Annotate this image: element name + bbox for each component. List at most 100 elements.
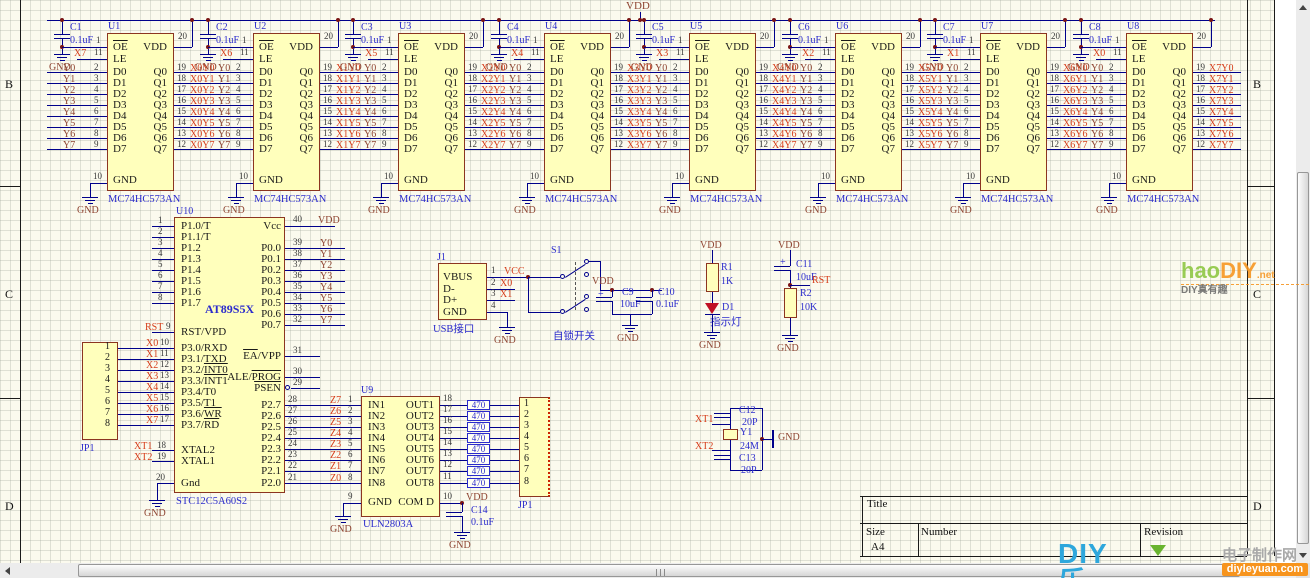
net-label[interactable]: X2Y3: [481, 96, 505, 107]
net-label[interactable]: X2Y4: [481, 107, 505, 118]
net-label[interactable]: X1Y1: [336, 74, 360, 85]
net-label[interactable]: X7Y0: [1209, 63, 1233, 74]
net-label[interactable]: X7Y3: [1209, 96, 1233, 107]
cap-ref[interactable]: C5: [652, 22, 664, 33]
net-label[interactable]: X7Y6: [1209, 129, 1233, 140]
net-label[interactable]: Y7: [509, 140, 521, 151]
net-label[interactable]: VDD: [466, 492, 488, 503]
resistor-470[interactable]: 470: [467, 444, 490, 454]
crystal-y1[interactable]: [723, 429, 738, 440]
net-label[interactable]: Y2: [509, 85, 521, 96]
net-label[interactable]: X2: [146, 360, 158, 371]
cap-ref[interactable]: C6: [798, 22, 810, 33]
net-label[interactable]: Y3: [218, 96, 230, 107]
cap-ref[interactable]: C13: [739, 453, 756, 464]
net-label[interactable]: Y7: [946, 140, 958, 151]
part-name[interactable]: ULN2803A: [363, 519, 413, 531]
net-label[interactable]: Y5: [509, 118, 521, 129]
designator[interactable]: U7: [981, 21, 993, 32]
cap-ref[interactable]: C3: [361, 22, 373, 33]
designator[interactable]: U2: [254, 21, 266, 32]
net-label[interactable]: Y0: [655, 63, 667, 74]
net-label[interactable]: X3Y4: [627, 107, 651, 118]
net-label[interactable]: Y5: [655, 118, 667, 129]
net-label[interactable]: X6Y7: [1063, 140, 1087, 151]
net-label[interactable]: Y3: [320, 271, 332, 282]
resistor-r1[interactable]: [706, 263, 719, 292]
net-label[interactable]: X1Y4: [336, 107, 360, 118]
net-label[interactable]: Y4: [320, 282, 332, 293]
net-label[interactable]: Y0: [218, 63, 230, 74]
net-label[interactable]: Y0: [800, 63, 812, 74]
resistor-470[interactable]: 470: [467, 466, 490, 476]
net-label[interactable]: Y2: [800, 85, 812, 96]
net-label[interactable]: X2Y6: [481, 129, 505, 140]
scroll-down-button[interactable]: [1296, 548, 1310, 563]
net-label[interactable]: Y0: [63, 63, 75, 74]
vertical-scroll-thumb[interactable]: [1297, 172, 1309, 544]
net-label[interactable]: X0Y3: [190, 96, 214, 107]
net-label[interactable]: X3Y1: [627, 74, 651, 85]
net-label[interactable]: Y2: [218, 85, 230, 96]
net-label[interactable]: X2Y1: [481, 74, 505, 85]
res-value[interactable]: 10K: [800, 302, 817, 313]
part-name[interactable]: MC74HC573AN: [1127, 194, 1199, 206]
net-label[interactable]: RST: [812, 275, 830, 286]
net-label[interactable]: Y7: [1091, 140, 1103, 151]
net-label[interactable]: X6Y5: [1063, 118, 1087, 129]
net-label[interactable]: X3: [146, 371, 158, 382]
res-ref[interactable]: R1: [721, 262, 733, 273]
net-label[interactable]: Y6: [509, 129, 521, 140]
net-label[interactable]: Y2: [655, 85, 667, 96]
net-label[interactable]: X0Y2: [190, 85, 214, 96]
net-label[interactable]: Y6: [63, 129, 75, 140]
resistor-470[interactable]: 470: [467, 455, 490, 465]
net-label[interactable]: Z6: [330, 406, 341, 417]
cap-ref[interactable]: C8: [1089, 22, 1101, 33]
net-label[interactable]: VDD: [318, 215, 340, 226]
net-label[interactable]: Y4: [800, 107, 812, 118]
net-label[interactable]: Y6: [218, 129, 230, 140]
net-label[interactable]: X6Y3: [1063, 96, 1087, 107]
net-label[interactable]: Y7: [655, 140, 667, 151]
cap-ref[interactable]: C2: [216, 22, 228, 33]
net-label[interactable]: Y3: [655, 96, 667, 107]
net-label[interactable]: X6Y2: [1063, 85, 1087, 96]
net-label[interactable]: Y5: [1091, 118, 1103, 129]
net-label[interactable]: X3Y7: [627, 140, 651, 151]
cap-value[interactable]: 0.1uF: [652, 35, 675, 46]
vdd-label[interactable]: VDD: [778, 240, 800, 251]
net-label[interactable]: X7: [74, 48, 86, 59]
net-label[interactable]: Z7: [330, 395, 341, 406]
net-label[interactable]: X3Y6: [627, 129, 651, 140]
led-d1[interactable]: [705, 303, 719, 314]
cap-ref[interactable]: C9: [622, 287, 634, 298]
net-label[interactable]: Z2: [330, 450, 341, 461]
component-label[interactable]: 自锁开关: [553, 331, 595, 343]
net-label[interactable]: VCC: [504, 266, 525, 277]
net-label[interactable]: Y2: [63, 85, 75, 96]
net-label[interactable]: X7Y2: [1209, 85, 1233, 96]
net-label[interactable]: Y1: [364, 74, 376, 85]
net-label[interactable]: XT2: [695, 441, 713, 452]
net-label[interactable]: X1: [500, 289, 512, 300]
net-label[interactable]: X2: [802, 48, 814, 59]
designator[interactable]: JP1: [80, 443, 94, 454]
net-label[interactable]: X4Y4: [772, 107, 796, 118]
component-label[interactable]: 指示灯: [710, 317, 742, 329]
part-name[interactable]: MC74HC573AN: [981, 194, 1053, 206]
net-label[interactable]: X3Y2: [627, 85, 651, 96]
net-label[interactable]: X4: [511, 48, 523, 59]
net-label[interactable]: X7Y7: [1209, 140, 1233, 151]
net-label[interactable]: X1Y3: [336, 96, 360, 107]
net-label[interactable]: X1Y2: [336, 85, 360, 96]
horizontal-scrollbar[interactable]: [0, 563, 1310, 578]
net-label[interactable]: Y5: [800, 118, 812, 129]
designator[interactable]: D1: [722, 302, 734, 313]
net-label[interactable]: X7Y1: [1209, 74, 1233, 85]
net-label[interactable]: Y5: [320, 293, 332, 304]
net-label[interactable]: X3Y5: [627, 118, 651, 129]
net-label[interactable]: X5Y4: [918, 107, 942, 118]
net-label[interactable]: X5: [146, 393, 158, 404]
net-label[interactable]: X6Y1: [1063, 74, 1087, 85]
